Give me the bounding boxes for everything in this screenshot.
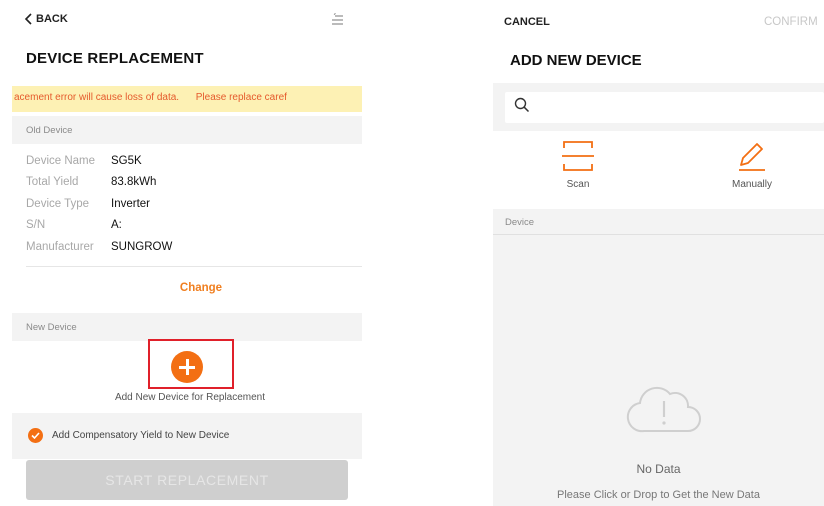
search-bar xyxy=(493,83,824,131)
scan-icon xyxy=(562,141,594,171)
start-replacement-button[interactable]: START REPLACEMENT xyxy=(26,460,348,500)
new-device-section-header: New Device xyxy=(12,313,362,341)
warning-text: acement error will cause loss of data. P… xyxy=(14,92,287,103)
compensatory-yield-checkbox[interactable] xyxy=(28,428,43,443)
info-label: Device Name xyxy=(26,154,96,167)
cancel-button[interactable]: CANCEL xyxy=(504,16,550,28)
no-data-hint: Please Click or Drop to Get the New Data xyxy=(557,489,760,501)
confirm-button[interactable]: CONFIRM xyxy=(764,16,818,28)
chevron-left-icon xyxy=(24,13,32,25)
info-value: SUNGROW xyxy=(111,240,173,253)
scan-label: Scan xyxy=(566,179,590,190)
pencil-icon xyxy=(739,143,765,171)
info-value: A: xyxy=(111,219,122,232)
add-new-device-button[interactable] xyxy=(148,339,234,389)
compensatory-yield-row: Add Compensatory Yield to New Device xyxy=(12,413,362,459)
info-label: S/N xyxy=(26,219,46,232)
old-device-header-label: Old Device xyxy=(26,125,73,136)
info-row-device-name: Device Name SG5K xyxy=(26,150,346,172)
device-header-label: Device xyxy=(505,217,535,228)
left-top-bar: BACK xyxy=(0,0,362,40)
info-row-total-yield: Total Yield 83.8kWh xyxy=(26,172,346,194)
cloud-alert-icon xyxy=(626,386,701,433)
divider xyxy=(26,266,362,267)
compensatory-yield-label: Add Compensatory Yield to New Device xyxy=(52,430,230,441)
device-section-header: Device xyxy=(493,209,824,235)
old-device-info: Device Name SG5K Total Yield 83.8kWh Dev… xyxy=(26,150,346,258)
info-value: 83.8kWh xyxy=(111,176,157,189)
back-button[interactable]: BACK xyxy=(24,13,68,25)
info-label: Total Yield xyxy=(26,176,79,189)
menu-list-icon[interactable] xyxy=(330,13,344,27)
manual-label: Manually xyxy=(731,179,773,190)
checkmark-icon xyxy=(31,432,40,439)
add-new-device-panel: CANCEL CONFIRM ADD NEW DEVICE Scan Manua… xyxy=(493,0,824,506)
add-device-title: ADD NEW DEVICE xyxy=(510,52,642,69)
search-input[interactable] xyxy=(505,92,824,123)
change-button[interactable]: Change xyxy=(0,282,362,294)
info-value: Inverter xyxy=(111,197,150,210)
device-list-empty[interactable]: No Data Please Click or Drop to Get the … xyxy=(493,235,824,506)
info-label: Device Type xyxy=(26,197,90,210)
back-label: BACK xyxy=(36,13,68,25)
info-label: Manufacturer xyxy=(26,240,94,253)
new-device-header-label: New Device xyxy=(26,322,77,333)
manual-option[interactable]: Manually xyxy=(717,139,787,190)
info-row-manufacturer: Manufacturer SUNGROW xyxy=(26,236,346,258)
change-label: Change xyxy=(179,282,223,294)
device-replacement-panel: BACK DEVICE REPLACEMENT acement error wi… xyxy=(0,0,362,506)
add-device-caption: Add New Device for Replacement xyxy=(114,392,266,403)
warning-banner: acement error will cause loss of data. P… xyxy=(12,86,362,112)
search-icon xyxy=(514,97,530,113)
info-value: SG5K xyxy=(111,154,142,167)
plus-icon xyxy=(171,351,203,383)
no-data-text: No Data xyxy=(636,462,681,476)
page-title: DEVICE REPLACEMENT xyxy=(26,50,204,67)
old-device-section-header: Old Device xyxy=(12,116,362,144)
info-row-device-type: Device Type Inverter xyxy=(26,193,346,215)
scan-option[interactable]: Scan xyxy=(553,139,603,190)
info-row-serial-number: S/N A: xyxy=(26,215,346,237)
